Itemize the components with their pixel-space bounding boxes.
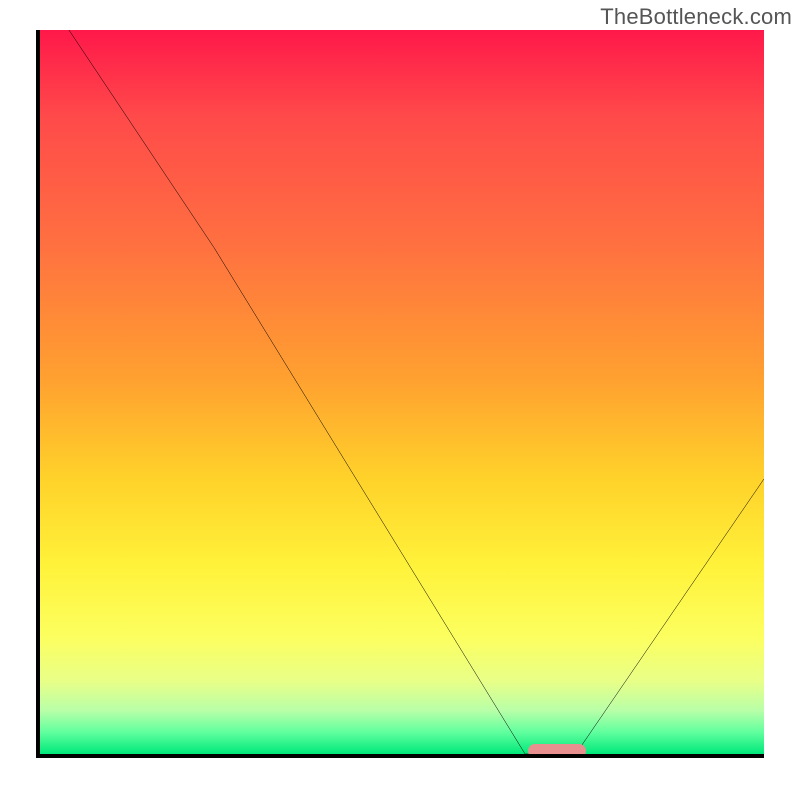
chart-container: TheBottleneck.com <box>0 0 800 800</box>
optimal-range-marker <box>528 744 586 758</box>
watermark-text: TheBottleneck.com <box>600 4 792 30</box>
plot-area <box>36 30 764 758</box>
curve-path <box>69 30 764 754</box>
bottleneck-curve <box>40 30 764 754</box>
